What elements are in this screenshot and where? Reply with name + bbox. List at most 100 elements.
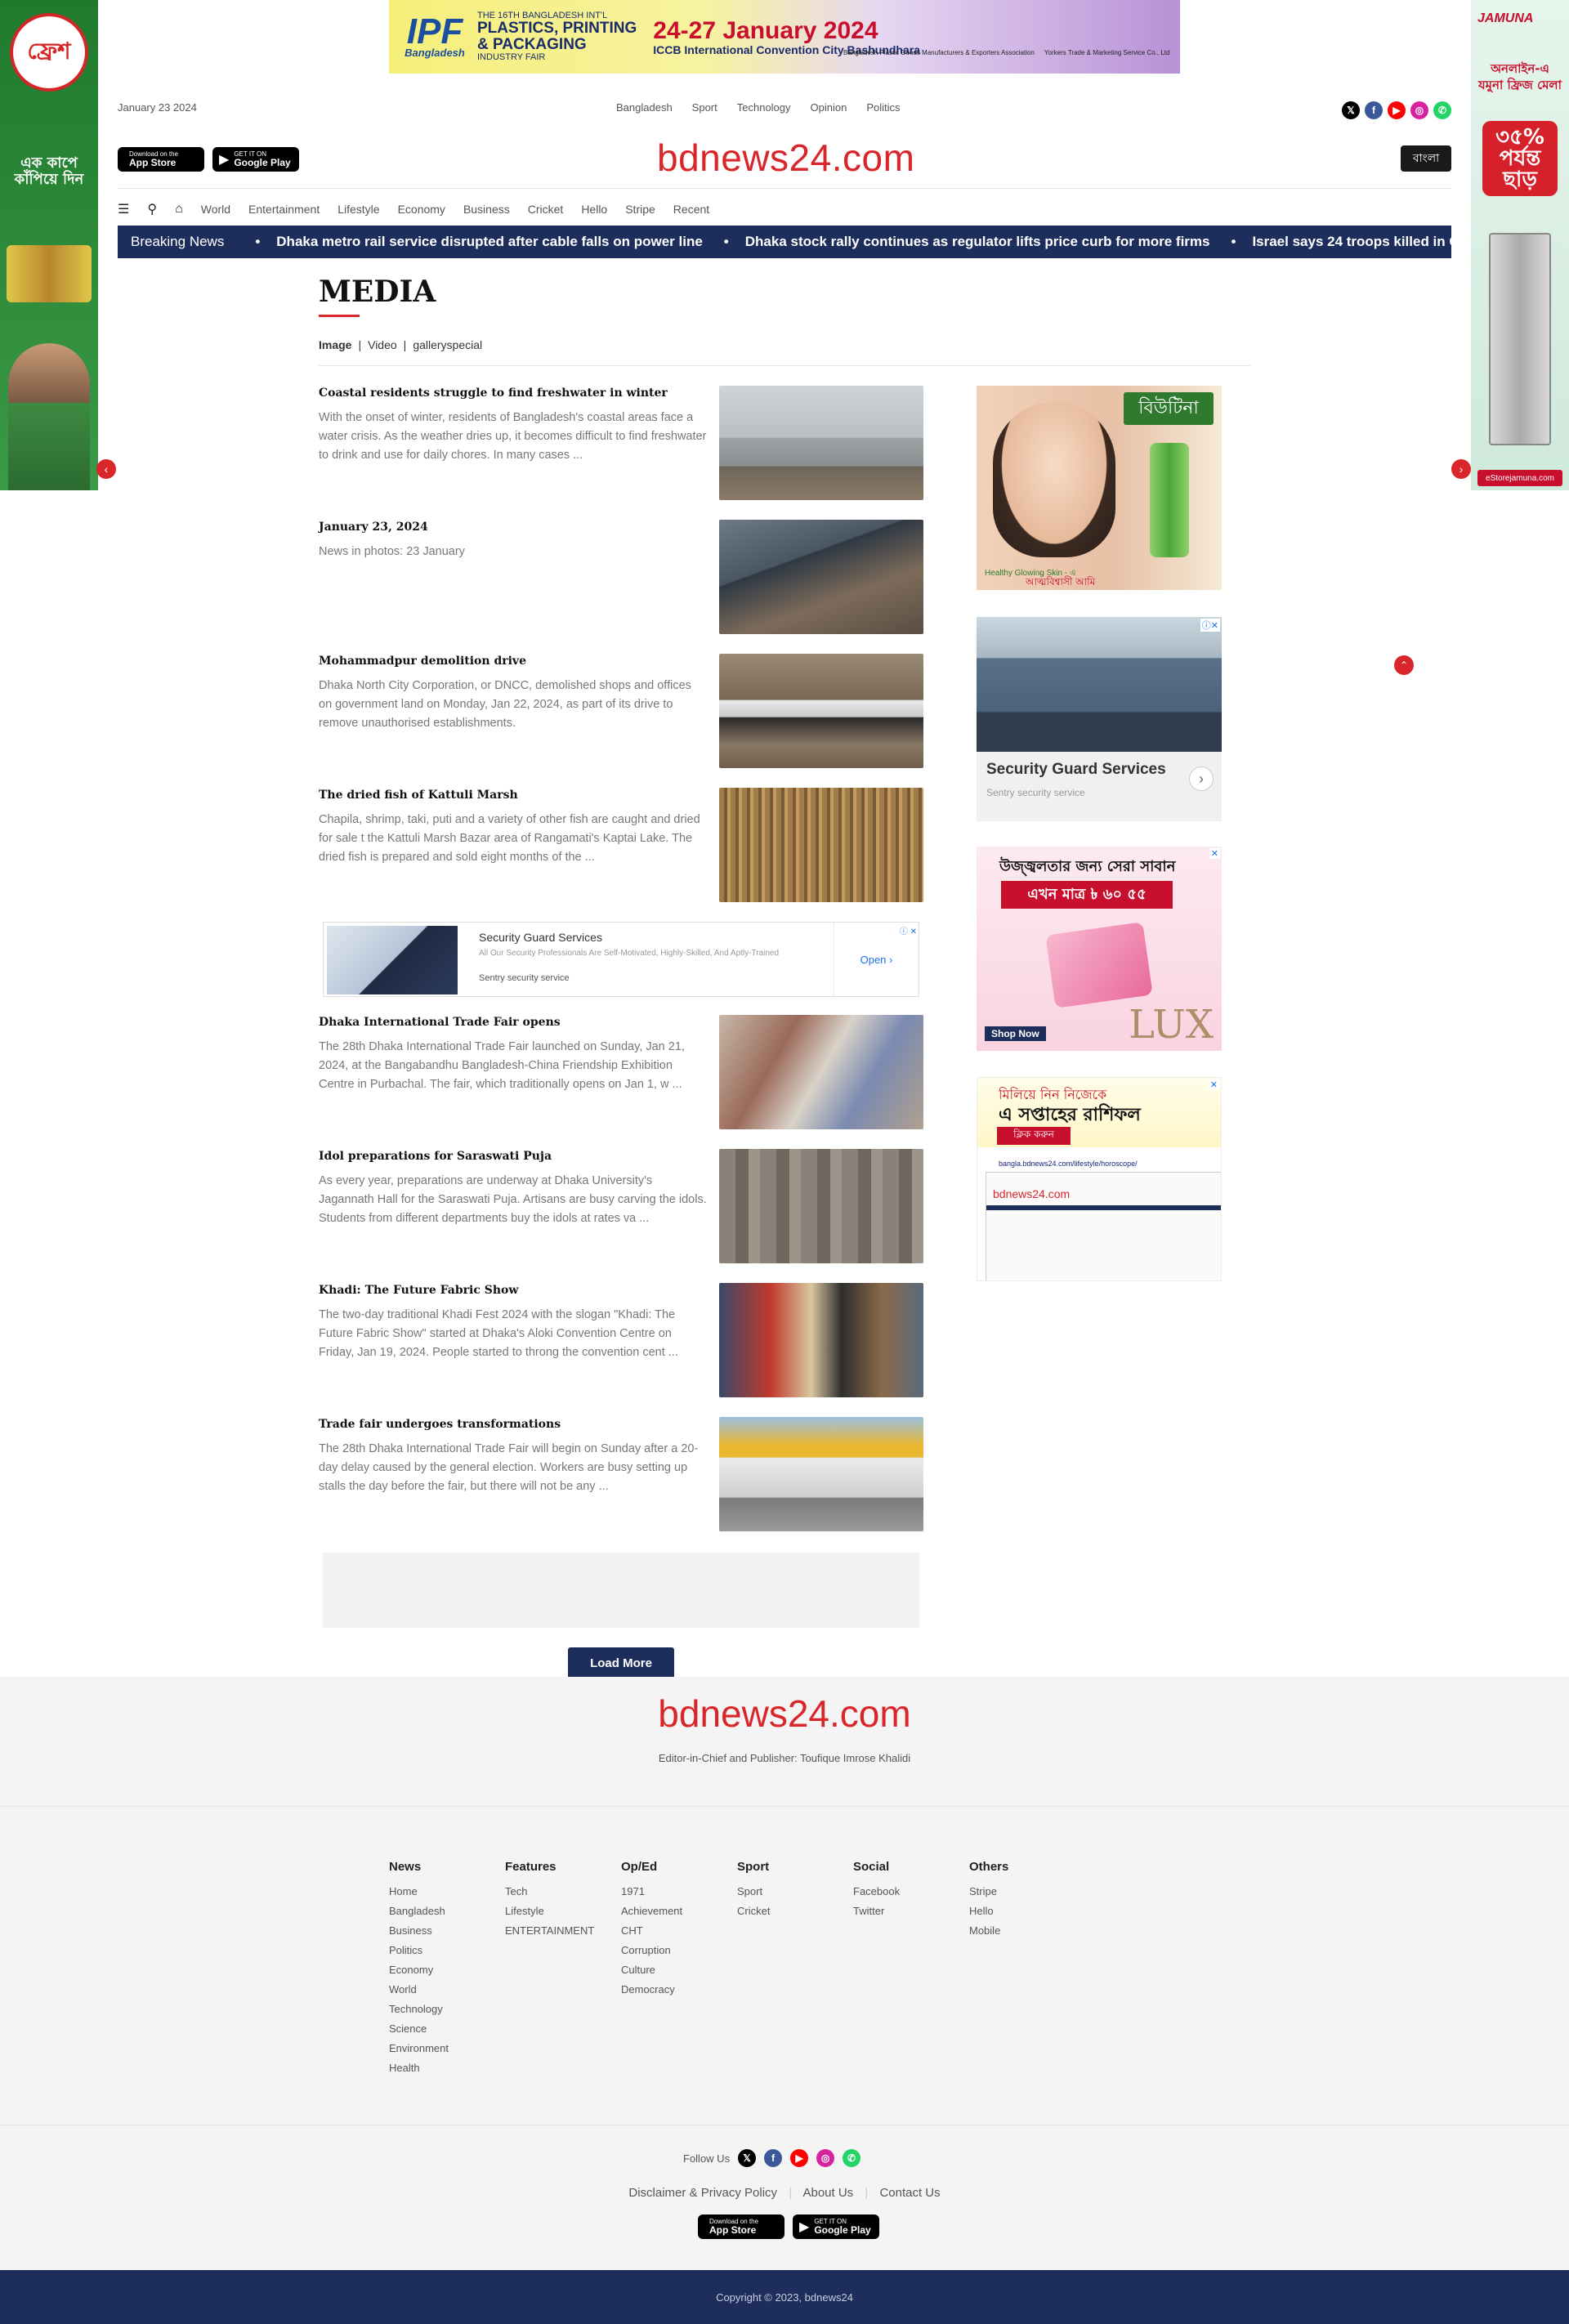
list-item[interactable]: Coastal residents struggle to find fresh… bbox=[319, 386, 923, 500]
list-item[interactable]: Mohammadpur demolition drive Dhaka North… bbox=[319, 654, 923, 768]
google-play-badge[interactable]: ▶ GET IT ON Google Play bbox=[212, 147, 299, 172]
nav-business[interactable]: Business bbox=[463, 203, 510, 216]
instagram-icon[interactable]: ◎ bbox=[1410, 101, 1428, 119]
footer-link[interactable]: Democracy bbox=[621, 1980, 735, 2000]
footer-link[interactable]: ENTERTAINMENT bbox=[505, 1921, 619, 1941]
search-icon[interactable]: ⚲ bbox=[147, 201, 157, 217]
footer-link[interactable]: Achievement bbox=[621, 1902, 735, 1921]
article-title[interactable]: Khadi: The Future Fabric Show bbox=[319, 1283, 711, 1298]
footer-link[interactable]: Tech bbox=[505, 1882, 619, 1902]
nav-recent[interactable]: Recent bbox=[673, 203, 709, 216]
ad-close-icon[interactable]: ⓘ✕ bbox=[1200, 619, 1220, 632]
footer-link[interactable]: Bangladesh bbox=[389, 1902, 503, 1921]
horoscope-click-button[interactable]: ক্লিক করুন bbox=[997, 1127, 1071, 1145]
footer-link[interactable]: Facebook bbox=[853, 1882, 968, 1902]
top-nav-bangladesh[interactable]: Bangladesh bbox=[616, 101, 673, 114]
footer-link[interactable]: Business bbox=[389, 1921, 503, 1941]
x-icon[interactable]: 𝕏 bbox=[738, 2149, 757, 2167]
ad-close-icon[interactable]: ✕ bbox=[1208, 1079, 1219, 1090]
nav-hello[interactable]: Hello bbox=[581, 203, 607, 216]
article-thumbnail[interactable] bbox=[719, 1283, 923, 1397]
site-logo[interactable]: bdnews24.com bbox=[657, 136, 914, 180]
x-icon[interactable]: 𝕏 bbox=[1342, 101, 1360, 119]
shop-now-button[interactable]: Shop Now bbox=[985, 1026, 1046, 1041]
breaking-item[interactable]: Israel says 24 troops killed in Gaza bbox=[1231, 234, 1451, 250]
footer-link[interactable]: Home bbox=[389, 1882, 503, 1902]
menu-icon[interactable]: ☰ bbox=[118, 201, 129, 217]
top-banner-ad[interactable]: IPF Bangladesh THE 16TH BANGLADESH INT'L… bbox=[389, 0, 1180, 74]
footer-link[interactable]: Culture bbox=[621, 1960, 735, 1980]
ad-close-icon[interactable]: ⓘ ✕ bbox=[900, 924, 917, 936]
tab-video[interactable]: Video bbox=[368, 338, 397, 351]
article-thumbnail[interactable] bbox=[719, 654, 923, 768]
footer-link[interactable]: Lifestyle bbox=[505, 1902, 619, 1921]
footer-link[interactable]: Corruption bbox=[621, 1941, 735, 1960]
footer-link[interactable]: Science bbox=[389, 2019, 503, 2039]
tab-image[interactable]: Image bbox=[319, 338, 351, 351]
list-item[interactable]: The dried fish of Kattuli Marsh Chapila,… bbox=[319, 788, 923, 902]
scroll-top-icon[interactable]: ⌃ bbox=[1394, 655, 1414, 675]
whatsapp-icon[interactable]: ✆ bbox=[1433, 101, 1451, 119]
footer-link[interactable]: Twitter bbox=[853, 1902, 968, 1921]
app-store-badge[interactable]: Download on the App Store bbox=[118, 147, 204, 172]
footer-link[interactable]: Health bbox=[389, 2058, 503, 2078]
footer-link[interactable]: World bbox=[389, 1980, 503, 2000]
tab-galleryspecial[interactable]: galleryspecial bbox=[413, 338, 482, 351]
youtube-icon[interactable]: ▶ bbox=[1388, 101, 1406, 119]
list-item[interactable]: Khadi: The Future Fabric Show The two-da… bbox=[319, 1283, 923, 1397]
article-title[interactable]: Trade fair undergoes transformations bbox=[319, 1417, 711, 1432]
footer-link-about[interactable]: About Us bbox=[802, 2186, 853, 2200]
top-nav-opinion[interactable]: Opinion bbox=[811, 101, 847, 114]
breaking-item[interactable]: Dhaka metro rail service disrupted after… bbox=[255, 234, 703, 250]
top-nav-sport[interactable]: Sport bbox=[692, 101, 717, 114]
left-ad-prev-icon[interactable]: ‹ bbox=[96, 459, 116, 479]
article-title[interactable]: Idol preparations for Saraswati Puja bbox=[319, 1149, 711, 1164]
facebook-icon[interactable]: f bbox=[1365, 101, 1383, 119]
nav-cricket[interactable]: Cricket bbox=[528, 203, 564, 216]
top-nav-technology[interactable]: Technology bbox=[737, 101, 791, 114]
article-title[interactable]: Dhaka International Trade Fair opens bbox=[319, 1015, 711, 1030]
article-title[interactable]: The dried fish of Kattuli Marsh bbox=[319, 788, 711, 802]
youtube-icon[interactable]: ▶ bbox=[790, 2149, 809, 2167]
list-item[interactable]: Trade fair undergoes transformations The… bbox=[319, 1417, 923, 1531]
lux-ad[interactable]: উজ্জ্বলতার জন্য সেরা সাবান এখন মাত্র ৳ ৬… bbox=[977, 847, 1222, 1051]
chevron-right-icon[interactable]: › bbox=[1189, 766, 1214, 791]
horoscope-ad[interactable]: মিলিয়ে নিন নিজেকে এ সপ্তাহের রাশিফল ক্ল… bbox=[977, 1077, 1222, 1281]
app-store-badge[interactable]: Download on the App Store bbox=[698, 2215, 784, 2239]
article-title[interactable]: January 23, 2024 bbox=[319, 520, 711, 534]
bangla-button[interactable]: বাংলা bbox=[1401, 145, 1451, 172]
nav-lifestyle[interactable]: Lifestyle bbox=[337, 203, 379, 216]
nav-economy[interactable]: Economy bbox=[398, 203, 445, 216]
article-title[interactable]: Mohammadpur demolition drive bbox=[319, 654, 711, 668]
footer-link-contact[interactable]: Contact Us bbox=[879, 2186, 940, 2200]
article-thumbnail[interactable] bbox=[719, 520, 923, 634]
footer-link[interactable]: Cricket bbox=[737, 1902, 852, 1921]
article-thumbnail[interactable] bbox=[719, 788, 923, 902]
footer-link-disclaimer[interactable]: Disclaimer & Privacy Policy bbox=[628, 2186, 777, 2200]
article-thumbnail[interactable] bbox=[719, 386, 923, 500]
article-thumbnail[interactable] bbox=[719, 1149, 923, 1263]
google-play-badge[interactable]: ▶ GET IT ON Google Play bbox=[793, 2215, 879, 2239]
left-side-ad[interactable]: ফ্রেশ এক কাপে কাঁপিয়ে দিন bbox=[0, 0, 98, 490]
beautina-ad[interactable]: বিউটিনা Healthy Glowing Skin - এ আত্মবিশ… bbox=[977, 386, 1222, 590]
footer-logo[interactable]: bdnews24.com bbox=[0, 1692, 1569, 1736]
footer-link[interactable]: Environment bbox=[389, 2039, 503, 2058]
security-ad[interactable]: Security Guard Services Sentry security … bbox=[977, 617, 1222, 821]
load-more-button[interactable]: Load More bbox=[568, 1647, 674, 1678]
estore-link[interactable]: eStorejamuna.com bbox=[1477, 470, 1562, 486]
right-side-ad[interactable]: JAMUNA অনলাইন-এ যমুনা ফ্রিজ মেলা ৩৫% পর্… bbox=[1471, 0, 1569, 490]
footer-link[interactable]: 1971 bbox=[621, 1882, 735, 1902]
nav-entertainment[interactable]: Entertainment bbox=[248, 203, 320, 216]
article-thumbnail[interactable] bbox=[719, 1417, 923, 1531]
footer-link[interactable]: Stripe bbox=[969, 1882, 1084, 1902]
list-item[interactable]: Idol preparations for Saraswati Puja As … bbox=[319, 1149, 923, 1263]
footer-link[interactable]: Politics bbox=[389, 1941, 503, 1960]
footer-link[interactable]: Mobile bbox=[969, 1921, 1084, 1941]
nav-world[interactable]: World bbox=[201, 203, 230, 216]
footer-link[interactable]: Hello bbox=[969, 1902, 1084, 1921]
article-title[interactable]: Coastal residents struggle to find fresh… bbox=[319, 386, 711, 400]
list-item[interactable]: January 23, 2024 News in photos: 23 Janu… bbox=[319, 520, 923, 634]
list-item[interactable]: Dhaka International Trade Fair opens The… bbox=[319, 1015, 923, 1129]
breaking-item[interactable]: Dhaka stock rally continues as regulator… bbox=[724, 234, 1210, 250]
whatsapp-icon[interactable]: ✆ bbox=[843, 2149, 861, 2167]
